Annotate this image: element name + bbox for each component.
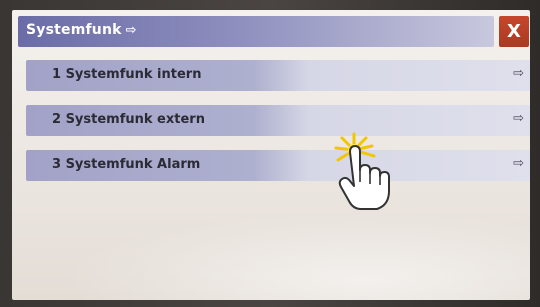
menu-item-systemfunk-alarm[interactable]: 3 Systemfunk Alarm ⇨ bbox=[26, 150, 530, 181]
dialog-title: Systemfunk ⇨ bbox=[26, 22, 137, 38]
close-button[interactable]: X bbox=[499, 16, 529, 47]
menu-item-label: 1 Systemfunk intern bbox=[52, 67, 202, 82]
menu-item-label: 3 Systemfunk Alarm bbox=[52, 157, 201, 172]
right-arrow-icon: ⇨ bbox=[513, 156, 524, 171]
hand-pointer-icon bbox=[334, 132, 390, 210]
screen-glare bbox=[12, 200, 530, 300]
menu-item-systemfunk-intern[interactable]: 1 Systemfunk intern ⇨ bbox=[26, 60, 530, 91]
menu-item-label: 2 Systemfunk extern bbox=[52, 112, 205, 127]
right-arrow-icon: ⇨ bbox=[513, 66, 524, 81]
dialog-titlebar: Systemfunk ⇨ bbox=[18, 16, 494, 47]
menu-item-systemfunk-extern[interactable]: 2 Systemfunk extern ⇨ bbox=[26, 105, 530, 136]
right-arrow-icon: ⇨ bbox=[513, 111, 524, 126]
right-arrow-icon: ⇨ bbox=[125, 23, 137, 38]
touchscreen: Systemfunk ⇨ X 1 Systemfunk intern ⇨ 2 Sy… bbox=[12, 10, 530, 300]
